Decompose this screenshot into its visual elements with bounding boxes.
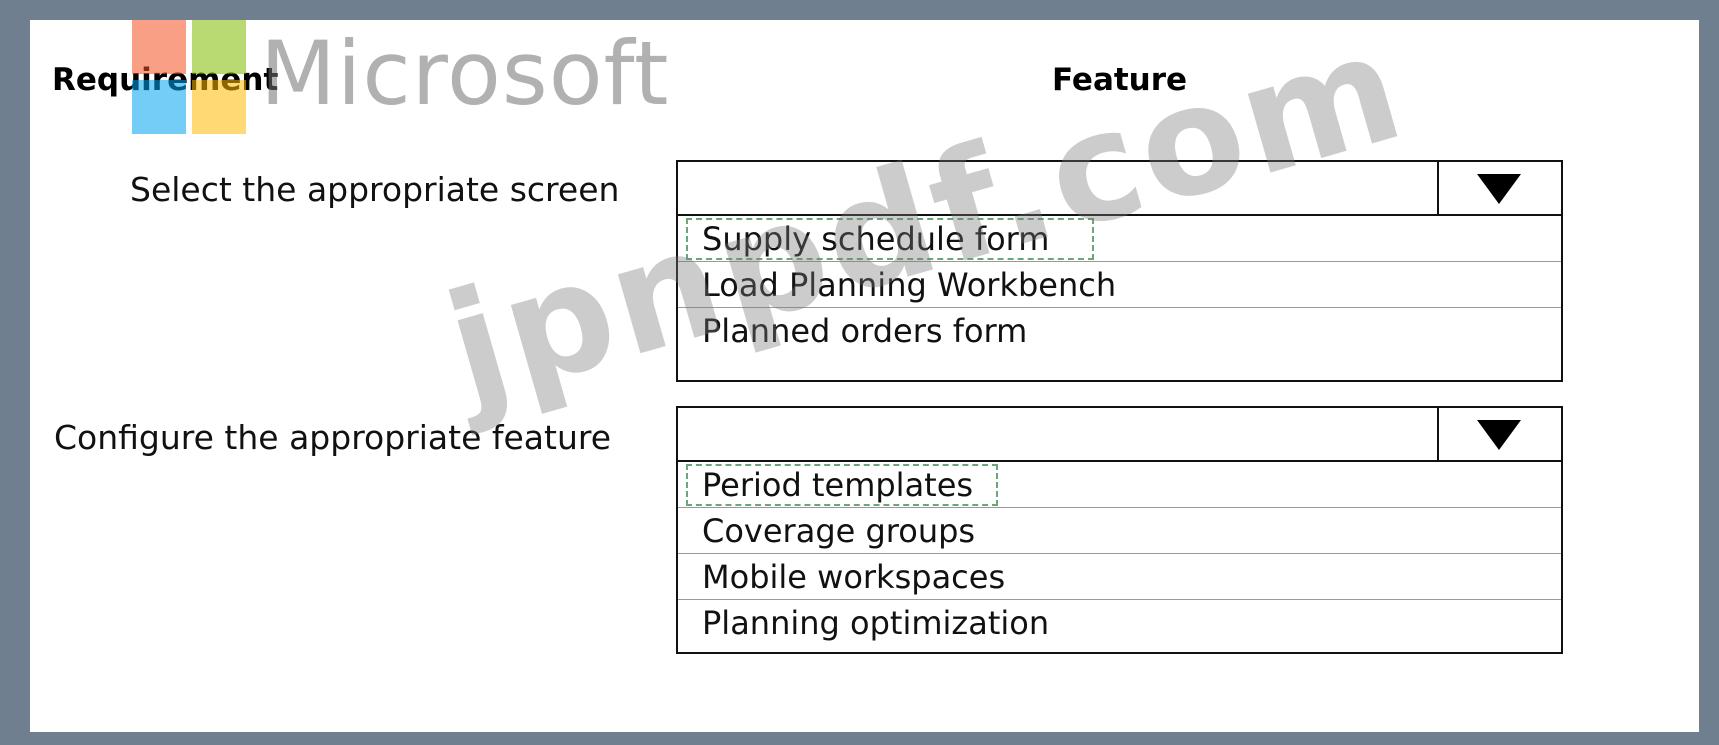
dropdown-selected-value[interactable] — [678, 408, 1561, 462]
dropdown-option[interactable]: Planning optimization — [678, 600, 1561, 646]
option-label: Coverage groups — [702, 512, 976, 550]
dropdown-option[interactable]: Coverage groups — [678, 508, 1561, 554]
feature-dropdown[interactable]: Period templates Coverage groups Mobile … — [676, 406, 1563, 654]
logo-green-square — [192, 20, 246, 74]
chevron-down-icon — [1477, 174, 1521, 204]
option-label: Mobile workspaces — [702, 558, 1006, 596]
question-panel: Requirement Feature Microsoft Select the… — [30, 0, 1699, 732]
option-label: Planning optimization — [702, 604, 1050, 642]
dropdown-option[interactable]: Period templates — [678, 462, 1561, 508]
answer-highlight-box — [686, 464, 998, 506]
requirement-label-screen: Select the appropriate screen — [130, 170, 620, 209]
microsoft-logo: Microsoft — [132, 20, 672, 140]
requirement-label-feature: Configure the appropriate feature — [54, 418, 612, 457]
chevron-down-icon — [1477, 420, 1521, 450]
logo-wordmark: Microsoft — [260, 22, 670, 125]
dropdown-option[interactable]: Mobile workspaces — [678, 554, 1561, 600]
logo-red-square — [132, 20, 186, 74]
dropdown-toggle-button[interactable] — [1437, 408, 1561, 460]
logo-yellow-square — [192, 80, 246, 134]
logo-blue-square — [132, 80, 186, 134]
dropdown-toggle-button[interactable] — [1437, 162, 1561, 214]
